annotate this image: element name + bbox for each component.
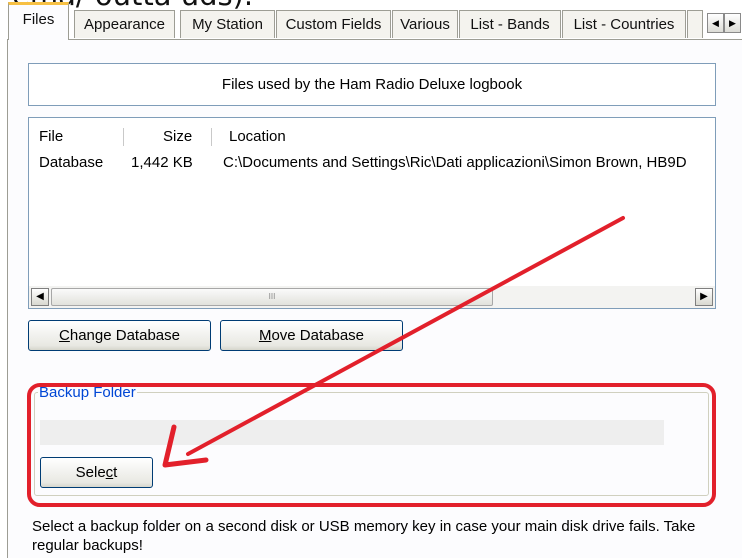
- tab-files[interactable]: Files: [8, 2, 69, 40]
- backup-help-text: Select a backup folder on a second disk …: [32, 518, 696, 554]
- annotation-arrow-icon: [162, 216, 625, 468]
